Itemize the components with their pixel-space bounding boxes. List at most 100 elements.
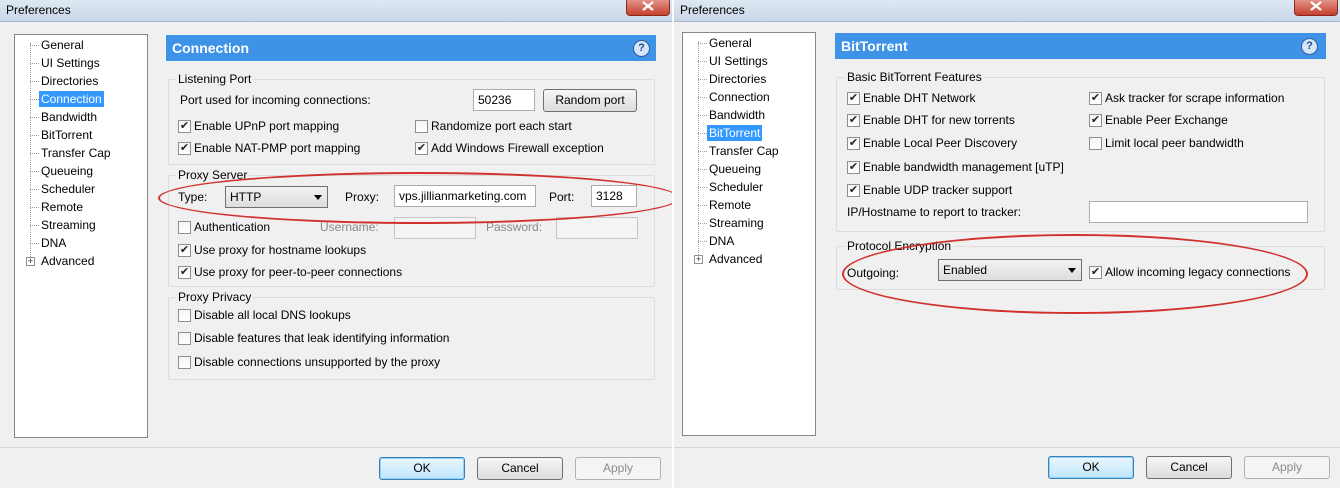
tree-connector [698, 41, 699, 259]
authentication-label: Authentication [194, 220, 271, 234]
tree-item-bandwidth[interactable]: Bandwidth [39, 109, 99, 125]
tree-item-scheduler[interactable]: Scheduler [707, 179, 765, 195]
hostname-lookups-checkbox[interactable]: ✔ [178, 244, 191, 257]
authentication-checkbox[interactable] [178, 221, 191, 234]
cancel-button[interactable]: Cancel [477, 457, 563, 480]
advanced-expand-icon[interactable]: + [26, 257, 35, 266]
right-window-title: Preferences [680, 3, 745, 17]
firewall-checkbox[interactable]: ✔ [415, 142, 428, 155]
bw-mgmt-label: Enable bandwidth management [uTP] [863, 160, 1064, 174]
tree-item-directories[interactable]: Directories [39, 73, 100, 89]
close-icon [1310, 1, 1322, 11]
dht-network-checkbox[interactable]: ✔ [847, 92, 860, 105]
encryption-highlight-ellipse [842, 234, 1308, 314]
tree-item-ui-settings[interactable]: UI Settings [39, 55, 102, 71]
tree-item-general[interactable]: General [707, 35, 754, 51]
hostname-lookups-label: Use proxy for hostname lookups [194, 243, 367, 257]
bw-mgmt-checkbox[interactable]: ✔ [847, 161, 860, 174]
leak-label: Disable features that leak identifying i… [194, 331, 450, 345]
dht-new-label: Enable DHT for new torrents [863, 113, 1015, 127]
left-title-bar: Preferences [0, 0, 672, 22]
ok-button[interactable]: OK [1048, 456, 1134, 479]
tree-item-directories[interactable]: Directories [707, 71, 768, 87]
left-close-button[interactable] [626, 0, 670, 16]
tree-item-streaming[interactable]: Streaming [707, 215, 766, 231]
scrape-label: Ask tracker for scrape information [1105, 91, 1285, 105]
tree-item-remote[interactable]: Remote [707, 197, 753, 213]
scrape-checkbox[interactable]: ✔ [1089, 92, 1102, 105]
tree-connector [30, 43, 31, 261]
natpmp-label: Enable NAT-PMP port mapping [194, 141, 361, 155]
help-icon[interactable]: ? [1301, 38, 1318, 55]
dns-label: Disable all local DNS lookups [194, 308, 351, 322]
tree-item-advanced[interactable]: Advanced [39, 253, 96, 269]
tree-item-advanced[interactable]: Advanced [707, 251, 764, 267]
udp-tracker-checkbox[interactable]: ✔ [847, 184, 860, 197]
apply-button[interactable]: Apply [1244, 456, 1330, 479]
left-button-separator [0, 447, 672, 448]
proxy-highlight-ellipse [158, 172, 672, 224]
apply-button[interactable]: Apply [575, 457, 661, 480]
dht-network-label: Enable DHT Network [863, 91, 976, 105]
lpd-label: Enable Local Peer Discovery [863, 136, 1018, 150]
port-label: Port used for incoming connections: [180, 93, 371, 107]
tree-item-streaming[interactable]: Streaming [39, 217, 98, 233]
tree-item-transfer-cap[interactable]: Transfer Cap [707, 143, 781, 159]
advanced-expand-icon[interactable]: + [694, 255, 703, 264]
tree-item-bittorrent[interactable]: BitTorrent [707, 125, 763, 141]
cancel-button[interactable]: Cancel [1146, 456, 1232, 479]
close-icon [642, 1, 654, 11]
right-close-button[interactable] [1294, 0, 1338, 16]
left-category-tree: + General UI Settings Directories Connec… [14, 34, 148, 438]
port-input[interactable]: 50236 [473, 89, 535, 111]
dns-checkbox[interactable] [178, 309, 191, 322]
ip-hostname-input[interactable] [1089, 201, 1308, 223]
listening-port-title: Listening Port [176, 72, 254, 86]
tree-item-ui-settings[interactable]: UI Settings [707, 53, 770, 69]
tree-item-connection[interactable]: Connection [39, 91, 104, 107]
leak-checkbox[interactable] [178, 332, 191, 345]
randomize-checkbox[interactable] [415, 120, 428, 133]
tree-item-scheduler[interactable]: Scheduler [39, 181, 97, 197]
udp-tracker-label: Enable UDP tracker support [863, 183, 1013, 197]
ok-button[interactable]: OK [379, 457, 465, 480]
left-window-title: Preferences [6, 3, 71, 17]
limit-local-checkbox[interactable] [1089, 137, 1102, 150]
pex-label: Enable Peer Exchange [1105, 113, 1228, 127]
tree-item-remote[interactable]: Remote [39, 199, 85, 215]
password-input[interactable] [556, 217, 638, 239]
natpmp-checkbox[interactable]: ✔ [178, 142, 191, 155]
help-icon[interactable]: ? [633, 40, 650, 57]
left-preferences-window: Preferences + General UI Settings Direct… [0, 0, 672, 488]
right-button-separator [674, 447, 1340, 448]
page-title: Connection [166, 35, 656, 61]
basic-features-title: Basic BitTorrent Features [845, 70, 984, 84]
tree-item-dna[interactable]: DNA [39, 235, 68, 251]
tree-item-bandwidth[interactable]: Bandwidth [707, 107, 767, 123]
tree-item-connection[interactable]: Connection [707, 89, 772, 105]
random-port-button[interactable]: Random port [543, 89, 637, 112]
upnp-checkbox[interactable]: ✔ [178, 120, 191, 133]
upnp-label: Enable UPnP port mapping [194, 119, 340, 133]
randomize-label: Randomize port each start [431, 119, 572, 133]
tree-item-queueing[interactable]: Queueing [39, 163, 95, 179]
tree-item-general[interactable]: General [39, 37, 86, 53]
firewall-label: Add Windows Firewall exception [431, 141, 604, 155]
dht-new-checkbox[interactable]: ✔ [847, 114, 860, 127]
right-title-bar: Preferences [674, 0, 1340, 22]
tree-item-bittorrent[interactable]: BitTorrent [39, 127, 94, 143]
tree-item-dna[interactable]: DNA [707, 233, 736, 249]
tree-item-queueing[interactable]: Queueing [707, 161, 763, 177]
unsupported-label: Disable connections unsupported by the p… [194, 355, 441, 369]
proxy-privacy-title: Proxy Privacy [176, 290, 254, 304]
unsupported-checkbox[interactable] [178, 356, 191, 369]
pex-checkbox[interactable]: ✔ [1089, 114, 1102, 127]
right-category-tree: + General UI Settings Directories Connec… [682, 32, 816, 436]
lpd-checkbox[interactable]: ✔ [847, 137, 860, 150]
tree-item-transfer-cap[interactable]: Transfer Cap [39, 145, 113, 161]
page-title: BitTorrent [835, 33, 1326, 59]
limit-local-label: Limit local peer bandwidth [1105, 136, 1244, 150]
p2p-proxy-label: Use proxy for peer-to-peer connections [194, 265, 403, 279]
p2p-proxy-checkbox[interactable]: ✔ [178, 266, 191, 279]
right-preferences-window: Preferences + General UI Settings Direct… [674, 0, 1340, 488]
